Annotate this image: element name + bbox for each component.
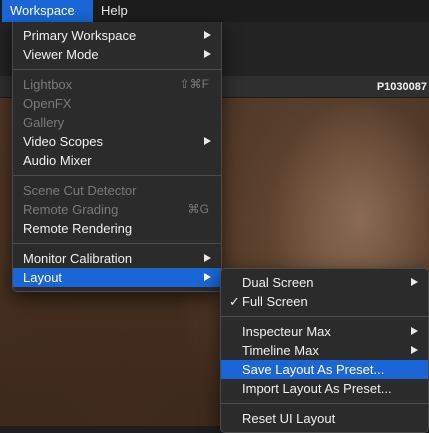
menu-separator	[13, 175, 221, 176]
menu-item-openfx[interactable]: OpenFX	[13, 94, 221, 113]
submenu-arrow-icon	[411, 346, 418, 354]
menu-item-reset-ui-layout[interactable]: Reset UI Layout	[221, 409, 428, 428]
menu-item-label: Timeline Max	[242, 343, 319, 358]
workspace-menu: Primary Workspace Viewer Mode Lightbox ⇧…	[12, 22, 222, 292]
clip-name: P1030087	[376, 81, 427, 93]
menu-item-label: Inspecteur Max	[242, 324, 331, 339]
menu-separator	[221, 316, 428, 317]
menubar-help[interactable]: Help	[93, 0, 137, 22]
menu-item-monitor-calibration[interactable]: Monitor Calibration	[13, 249, 221, 268]
menu-item-save-layout-as-preset[interactable]: Save Layout As Preset...	[221, 360, 428, 379]
menu-item-label: Lightbox	[23, 77, 73, 92]
menu-item-audio-mixer[interactable]: Audio Mixer	[13, 151, 221, 170]
menubar: Workspace Help	[0, 0, 429, 22]
menu-item-dual-screen[interactable]: Dual Screen	[221, 273, 428, 292]
menu-item-shortcut: ⌘G	[187, 202, 209, 216]
menu-item-label: Scene Cut Detector	[23, 183, 137, 198]
menu-item-label: Dual Screen	[242, 275, 314, 290]
submenu-arrow-icon	[204, 137, 211, 145]
menu-item-viewer-mode[interactable]: Viewer Mode	[13, 45, 221, 64]
checkmark-icon: ✓	[229, 294, 240, 309]
submenu-arrow-icon	[204, 273, 211, 281]
menu-item-label: Primary Workspace	[23, 28, 137, 43]
layout-submenu: Dual Screen ✓ Full Screen Inspecteur Max…	[220, 268, 429, 433]
submenu-arrow-icon	[411, 278, 418, 286]
menu-item-label: Remote Rendering	[23, 221, 133, 236]
menu-item-label: Video Scopes	[23, 134, 103, 149]
menu-item-shortcut: ⇧⌘F	[179, 77, 209, 91]
submenu-arrow-icon	[204, 31, 211, 39]
submenu-arrow-icon	[204, 50, 211, 58]
menu-item-inspecteur-max[interactable]: Inspecteur Max	[221, 322, 428, 341]
menu-item-label: Remote Grading	[23, 202, 119, 217]
menu-item-gallery[interactable]: Gallery	[13, 113, 221, 132]
menu-item-label: Audio Mixer	[23, 153, 92, 168]
menu-separator	[13, 243, 221, 244]
menu-item-label: Import Layout As Preset...	[242, 381, 392, 396]
menu-item-label: Monitor Calibration	[23, 251, 133, 266]
submenu-arrow-icon	[411, 327, 418, 335]
menu-item-label: Full Screen	[242, 294, 308, 309]
menu-item-scene-cut-detector[interactable]: Scene Cut Detector	[13, 181, 221, 200]
menu-item-primary-workspace[interactable]: Primary Workspace	[13, 26, 221, 45]
menu-separator	[13, 69, 221, 70]
menu-item-label: Gallery	[23, 115, 65, 130]
menu-item-full-screen[interactable]: ✓ Full Screen	[221, 292, 428, 311]
menu-item-video-scopes[interactable]: Video Scopes	[13, 132, 221, 151]
menubar-workspace[interactable]: Workspace	[2, 0, 93, 22]
menu-item-label: Reset UI Layout	[242, 411, 336, 426]
menu-item-timeline-max[interactable]: Timeline Max	[221, 341, 428, 360]
menu-item-label: Viewer Mode	[23, 47, 99, 62]
menu-item-label: OpenFX	[23, 96, 72, 111]
menu-item-remote-rendering[interactable]: Remote Rendering	[13, 219, 221, 238]
menu-item-import-layout-as-preset[interactable]: Import Layout As Preset...	[221, 379, 428, 398]
menu-item-label: Save Layout As Preset...	[242, 362, 385, 377]
menu-item-lightbox[interactable]: Lightbox ⇧⌘F	[13, 75, 221, 94]
submenu-arrow-icon	[204, 254, 211, 262]
menu-item-label: Layout	[23, 270, 63, 285]
menu-item-remote-grading[interactable]: Remote Grading ⌘G	[13, 200, 221, 219]
menu-separator	[221, 403, 428, 404]
menu-item-layout[interactable]: Layout	[13, 268, 221, 287]
